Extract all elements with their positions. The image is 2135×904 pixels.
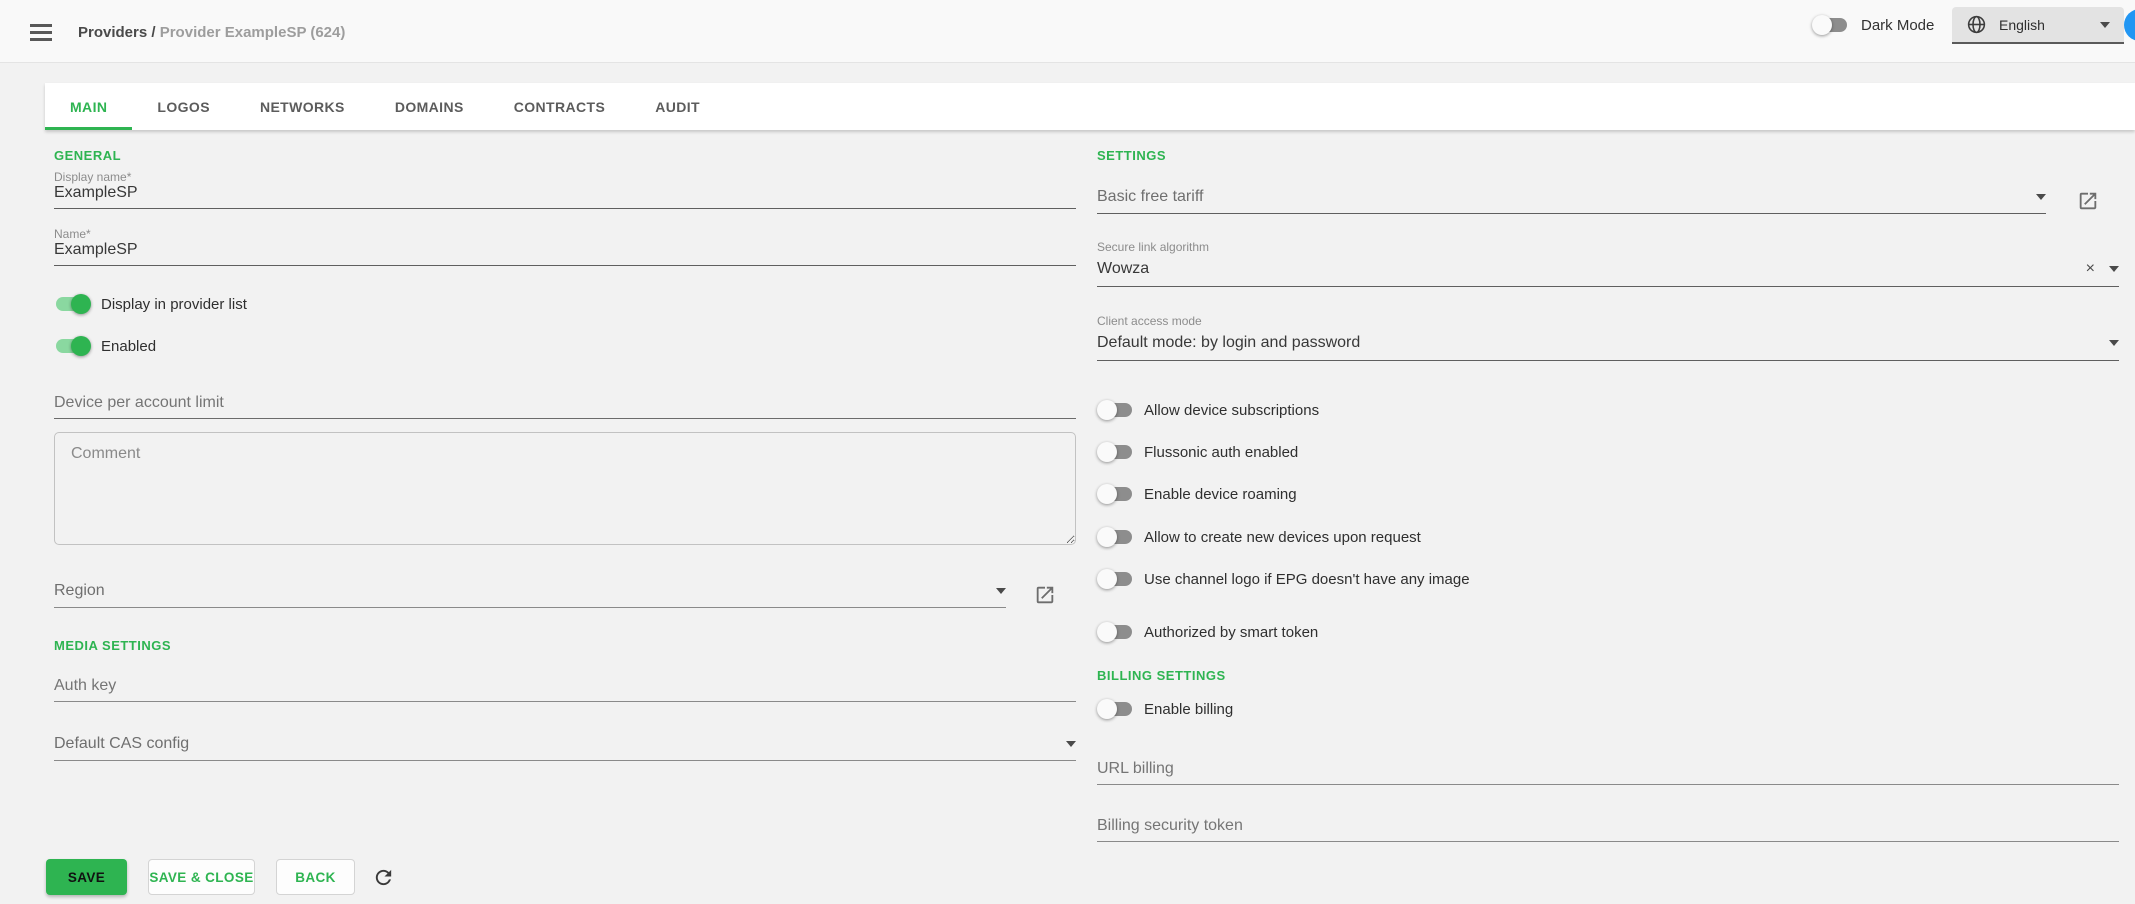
toggle-label: Enable billing xyxy=(1144,701,1233,718)
allow-device-subscriptions-toggle[interactable] xyxy=(1097,400,1134,420)
name-field: Name* xyxy=(54,227,1076,266)
name-input[interactable] xyxy=(54,241,1076,265)
display-name-field: Display name* xyxy=(54,170,1076,209)
tariff-placeholder: Basic free tariff xyxy=(1097,188,2036,206)
save-and-close-button[interactable]: SAVE & CLOSE xyxy=(148,859,255,895)
toggle-label: Enabled xyxy=(101,338,156,355)
back-button[interactable]: BACK xyxy=(276,859,355,895)
client-access-select[interactable]: Default mode: by login and password xyxy=(1097,334,2119,361)
enable-billing-row: Enable billing xyxy=(1097,699,1233,719)
toggle-label: Enable device roaming xyxy=(1144,486,1297,503)
toggle-label: Use channel logo if EPG doesn't have any… xyxy=(1144,571,1470,588)
auth-key-field xyxy=(54,677,1076,702)
flussonic-auth-row: Flussonic auth enabled xyxy=(1097,442,1298,462)
secure-link-label: Secure link algorithm xyxy=(1097,240,2119,254)
billing-token-input[interactable] xyxy=(1097,817,2119,841)
auth-key-input[interactable] xyxy=(54,677,1076,701)
section-header-media-settings: MEDIA SETTINGS xyxy=(54,638,171,653)
secure-link-field: Secure link algorithm Wowza × xyxy=(1097,240,2119,287)
chevron-down-icon xyxy=(2109,340,2119,346)
comment-field xyxy=(54,432,1076,550)
channel-logo-epg-row: Use channel logo if EPG doesn't have any… xyxy=(1097,569,1470,589)
toggle-label: Authorized by smart token xyxy=(1144,624,1318,641)
comment-textarea[interactable] xyxy=(54,432,1076,545)
avatar[interactable] xyxy=(2124,9,2135,41)
billing-token-field xyxy=(1097,817,2119,842)
open-in-new-icon[interactable] xyxy=(2077,190,2099,212)
enabled-row: Enabled xyxy=(54,336,156,356)
smart-token-row: Authorized by smart token xyxy=(1097,622,1318,642)
display-name-label: Display name* xyxy=(54,170,1076,184)
general-column: GENERAL Display name* Name* Display in p… xyxy=(54,0,1076,904)
client-access-value: Default mode: by login and password xyxy=(1097,334,2109,352)
flussonic-auth-toggle[interactable] xyxy=(1097,442,1134,462)
region-select[interactable]: Region xyxy=(54,582,1006,608)
toggle-label: Allow device subscriptions xyxy=(1144,402,1319,419)
client-access-label: Client access mode xyxy=(1097,314,2119,328)
toggle-label: Flussonic auth enabled xyxy=(1144,444,1298,461)
smart-token-toggle[interactable] xyxy=(1097,622,1134,642)
toggle-label: Display in provider list xyxy=(101,296,247,313)
clear-x-icon[interactable]: × xyxy=(2086,261,2095,277)
chevron-down-icon xyxy=(2036,194,2046,200)
display-in-provider-list-toggle[interactable] xyxy=(54,294,91,314)
device-roaming-toggle[interactable] xyxy=(1097,484,1134,504)
chevron-down-icon xyxy=(1066,741,1076,747)
device-limit-field xyxy=(54,394,1076,419)
url-billing-field xyxy=(1097,760,2119,785)
client-access-field: Client access mode Default mode: by logi… xyxy=(1097,314,2119,361)
refresh-icon[interactable] xyxy=(372,866,395,889)
create-devices-row: Allow to create new devices upon request xyxy=(1097,527,1421,547)
tariff-row: Basic free tariff xyxy=(1097,188,2119,214)
chevron-down-icon xyxy=(996,588,1006,594)
region-row: Region xyxy=(54,582,1076,608)
chevron-down-icon xyxy=(2109,266,2119,272)
section-header-general: GENERAL xyxy=(54,148,121,163)
enable-billing-toggle[interactable] xyxy=(1097,699,1134,719)
allow-device-subscriptions-row: Allow device subscriptions xyxy=(1097,400,1319,420)
device-limit-input[interactable] xyxy=(54,394,1076,418)
secure-link-select[interactable]: Wowza × xyxy=(1097,260,2119,287)
open-in-new-icon[interactable] xyxy=(1034,584,1056,606)
tariff-select[interactable]: Basic free tariff xyxy=(1097,188,2046,214)
settings-column: SETTINGS Basic free tariff Secure link a… xyxy=(1097,0,2119,904)
channel-logo-epg-toggle[interactable] xyxy=(1097,569,1134,589)
section-header-settings: SETTINGS xyxy=(1097,148,1166,163)
provider-edit-page: Providers / Provider ExampleSP (624) Dar… xyxy=(0,0,2135,904)
cas-config-select[interactable]: Default CAS config xyxy=(54,735,1076,761)
section-header-billing-settings: BILLING SETTINGS xyxy=(1097,668,1226,683)
cas-config-placeholder: Default CAS config xyxy=(54,735,1066,753)
url-billing-input[interactable] xyxy=(1097,760,2119,784)
secure-link-value: Wowza xyxy=(1097,260,2086,278)
toggle-label: Allow to create new devices upon request xyxy=(1144,529,1421,546)
region-placeholder: Region xyxy=(54,582,996,600)
enabled-toggle[interactable] xyxy=(54,336,91,356)
display-in-provider-list-row: Display in provider list xyxy=(54,294,247,314)
hamburger-menu-icon[interactable] xyxy=(30,24,52,41)
create-devices-toggle[interactable] xyxy=(1097,527,1134,547)
device-roaming-row: Enable device roaming xyxy=(1097,484,1297,504)
save-button[interactable]: SAVE xyxy=(46,859,127,895)
display-name-input[interactable] xyxy=(54,184,1076,208)
name-label: Name* xyxy=(54,227,1076,241)
